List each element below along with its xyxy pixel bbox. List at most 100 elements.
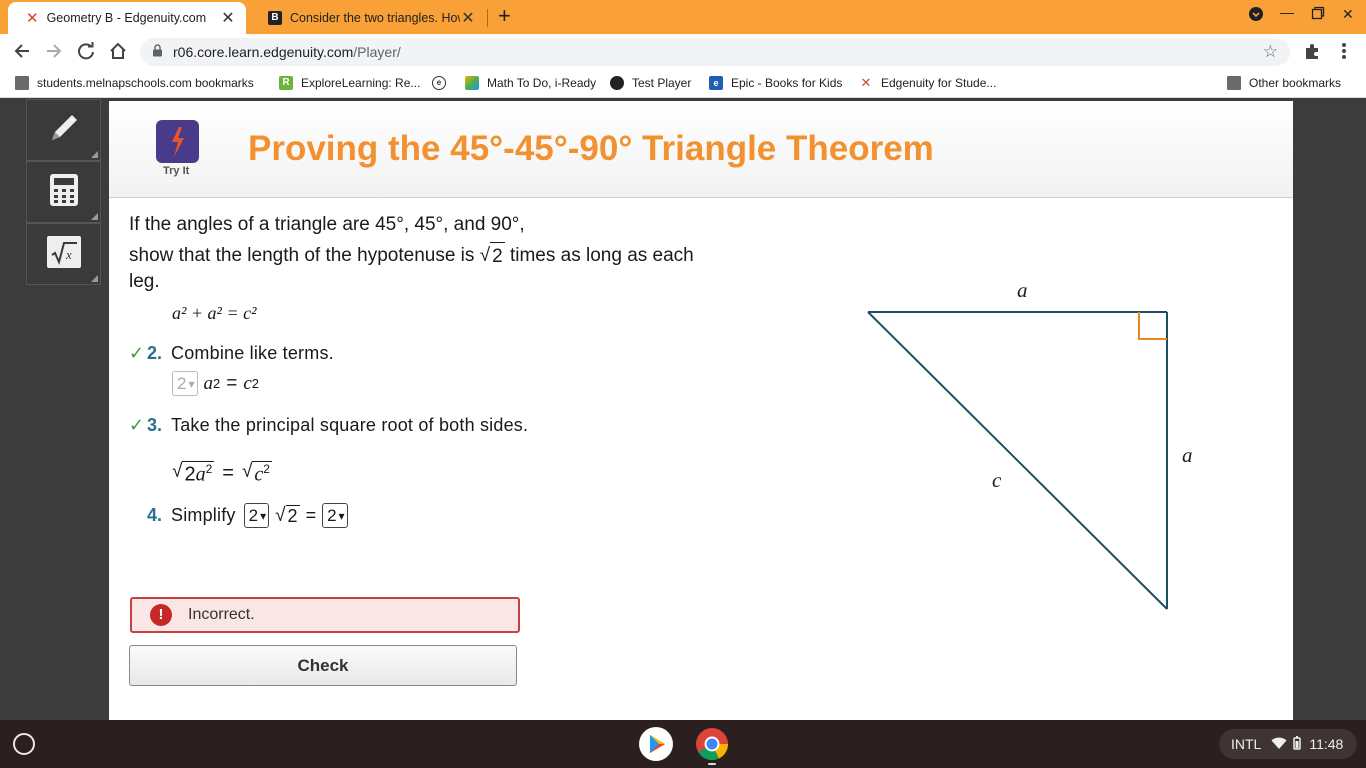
simplify-coefficient-select[interactable]: 2 ▾ bbox=[243, 503, 270, 528]
formula-tool-button[interactable]: x bbox=[26, 223, 101, 285]
bookmark-star-icon[interactable]: ☆ bbox=[1263, 42, 1278, 62]
epic-icon: e bbox=[709, 76, 723, 90]
url-host: r06.core.learn.edgenuity.com bbox=[173, 44, 354, 60]
feedback-alert: ! Incorrect. bbox=[130, 597, 520, 633]
browser-toolbar: r06.core.learn.edgenuity.com/Player/ ☆ bbox=[0, 34, 1366, 70]
home-icon[interactable] bbox=[108, 41, 128, 66]
tab-geometry[interactable]: ✕ Geometry B - Edgenuity.com ✕ bbox=[8, 2, 246, 34]
new-tab-button[interactable]: + bbox=[498, 5, 511, 27]
top-side-label: a bbox=[1017, 278, 1028, 302]
step-2-equation: 2 ▾ a2 = c2 bbox=[172, 371, 259, 396]
step-2-coefficient-select: 2 ▾ bbox=[172, 371, 198, 396]
tab-strip: ✕ Geometry B - Edgenuity.com ✕ B Conside… bbox=[0, 0, 1366, 34]
rhs-variable: c bbox=[254, 463, 264, 486]
status-tray[interactable]: INTL 11:48 bbox=[1219, 729, 1357, 759]
tab-search-icon[interactable] bbox=[1248, 6, 1264, 25]
bookmark-explorelearning[interactable]: R ExploreLearning: Re... bbox=[279, 76, 420, 90]
launcher-icon[interactable] bbox=[13, 733, 35, 755]
chevron-down-icon: ▾ bbox=[188, 376, 195, 391]
step-text: Take the principal square root of both s… bbox=[171, 415, 529, 435]
calculator-icon bbox=[48, 173, 80, 212]
prompt-line-2-start: show that the length of the hypotenuse i… bbox=[129, 245, 475, 266]
feedback-message: Incorrect. bbox=[188, 606, 255, 623]
tab-consider-triangles[interactable]: B Consider the two triangles. How ✕ bbox=[250, 2, 486, 34]
restore-icon[interactable] bbox=[1311, 6, 1325, 23]
try-it-logo-icon bbox=[156, 120, 199, 163]
error-icon: ! bbox=[150, 604, 172, 626]
lhs-variable: a bbox=[203, 372, 214, 394]
edpuzzle-icon: e bbox=[432, 76, 446, 90]
lesson-header: Try It Proving the 45°-45°-90° Triangle … bbox=[109, 101, 1293, 198]
svg-text:x: x bbox=[65, 247, 72, 262]
hypotenuse-label: c bbox=[992, 468, 1002, 492]
bookmark-other-folder[interactable]: Other bookmarks bbox=[1227, 76, 1341, 90]
tool-sidebar: x bbox=[26, 99, 101, 287]
url-text: r06.core.learn.edgenuity.com/Player/ bbox=[173, 44, 401, 60]
lhs-variable: a bbox=[195, 463, 206, 486]
reload-icon[interactable] bbox=[76, 41, 96, 66]
play-store-icon[interactable] bbox=[639, 727, 673, 761]
lhs-exponent: 2 bbox=[213, 376, 221, 391]
chevron-down-icon: ▾ bbox=[260, 508, 267, 523]
check-button[interactable]: Check bbox=[129, 645, 517, 686]
clock-time: 11:48 bbox=[1309, 736, 1344, 752]
explorelearning-icon: R bbox=[279, 76, 293, 90]
running-app-indicator bbox=[708, 763, 716, 765]
sqrt-expression: √ 2 bbox=[480, 242, 505, 271]
menu-kebab-icon[interactable] bbox=[1341, 42, 1347, 65]
chevron-down-icon: ▾ bbox=[338, 508, 345, 523]
bookmark-test-player[interactable]: Test Player bbox=[610, 76, 691, 90]
ime-indicator: INTL bbox=[1231, 736, 1262, 752]
bookmark-edpuzzle[interactable]: e bbox=[432, 76, 454, 90]
os-shelf: INTL 11:48 bbox=[0, 720, 1366, 768]
hypotenuse bbox=[867, 311, 1168, 610]
close-window-icon[interactable]: ✕ bbox=[1342, 6, 1354, 23]
lhs-coefficient: 2 bbox=[184, 463, 196, 486]
edgenuity-icon: ✕ bbox=[859, 75, 873, 90]
tab-title: Geometry B - Edgenuity.com bbox=[46, 11, 207, 25]
iready-cube-icon bbox=[465, 76, 479, 90]
problem-prompt: If the angles of a triangle are 45°, 45°… bbox=[129, 211, 739, 296]
step-3: ✓ 3. Take the principal square root of b… bbox=[129, 415, 528, 436]
folder-icon bbox=[1227, 76, 1241, 90]
page-title: Proving the 45°-45°-90° Triangle Theorem bbox=[248, 129, 934, 168]
prompt-line-1: If the angles of a triangle are 45°, 45°… bbox=[129, 214, 525, 235]
wifi-icon bbox=[1271, 736, 1287, 753]
step-text: Simplify bbox=[171, 505, 236, 525]
step-number: 2. bbox=[147, 343, 163, 363]
right-side-label: a bbox=[1182, 443, 1193, 467]
equals-sign: = bbox=[226, 372, 238, 394]
globe-icon bbox=[610, 76, 624, 90]
simplify-result-select[interactable]: 2 ▾ bbox=[322, 503, 348, 528]
step-3-equation: √ 2a2 = √ c2 bbox=[172, 461, 272, 487]
close-tab-icon[interactable]: ✕ bbox=[460, 8, 476, 28]
bookmark-edgenuity[interactable]: ✕ Edgenuity for Stude... bbox=[859, 76, 996, 90]
brainly-favicon-icon: B bbox=[268, 11, 282, 25]
bookmark-folder-students[interactable]: students.melnapschools.com bookmarks bbox=[15, 76, 254, 90]
rhs-sqrt: √ c2 bbox=[241, 461, 272, 486]
calculator-tool-button[interactable] bbox=[26, 161, 101, 223]
page-area: x Try It Proving the 45°-45°-90° Triangl… bbox=[0, 99, 1366, 720]
select-value: 2 bbox=[248, 505, 259, 525]
rhs-exponent: 2 bbox=[263, 462, 270, 476]
sqrt-expression: √ 2 bbox=[275, 504, 300, 526]
try-it-label: Try It bbox=[163, 165, 190, 177]
bookmark-iready[interactable]: Math To Do, i-Ready bbox=[465, 76, 596, 90]
step-4: 4. Simplify 2 ▾ √ 2 = 2 ▾ bbox=[129, 503, 348, 528]
minimize-icon[interactable]: — bbox=[1280, 4, 1294, 20]
checkmark-icon: ✓ bbox=[129, 343, 145, 363]
close-tab-icon[interactable]: ✕ bbox=[220, 8, 236, 28]
back-icon[interactable] bbox=[12, 41, 32, 66]
tab-separator bbox=[487, 9, 488, 27]
bookmarks-bar: students.melnapschools.com bookmarks R E… bbox=[0, 70, 1366, 98]
bookmark-epic[interactable]: e Epic - Books for Kids bbox=[709, 76, 842, 90]
extensions-puzzle-icon[interactable] bbox=[1303, 42, 1321, 65]
select-value: 2 bbox=[327, 505, 337, 525]
radicand: 2 bbox=[490, 242, 505, 271]
address-bar[interactable]: r06.core.learn.edgenuity.com/Player/ ☆ bbox=[140, 38, 1290, 66]
bookmark-label: Edgenuity for Stude... bbox=[881, 76, 997, 90]
pencil-tool-button[interactable] bbox=[26, 99, 101, 161]
forward-icon[interactable] bbox=[44, 41, 64, 66]
lesson-panel: Try It Proving the 45°-45°-90° Triangle … bbox=[109, 101, 1293, 720]
chrome-icon[interactable] bbox=[695, 727, 729, 761]
